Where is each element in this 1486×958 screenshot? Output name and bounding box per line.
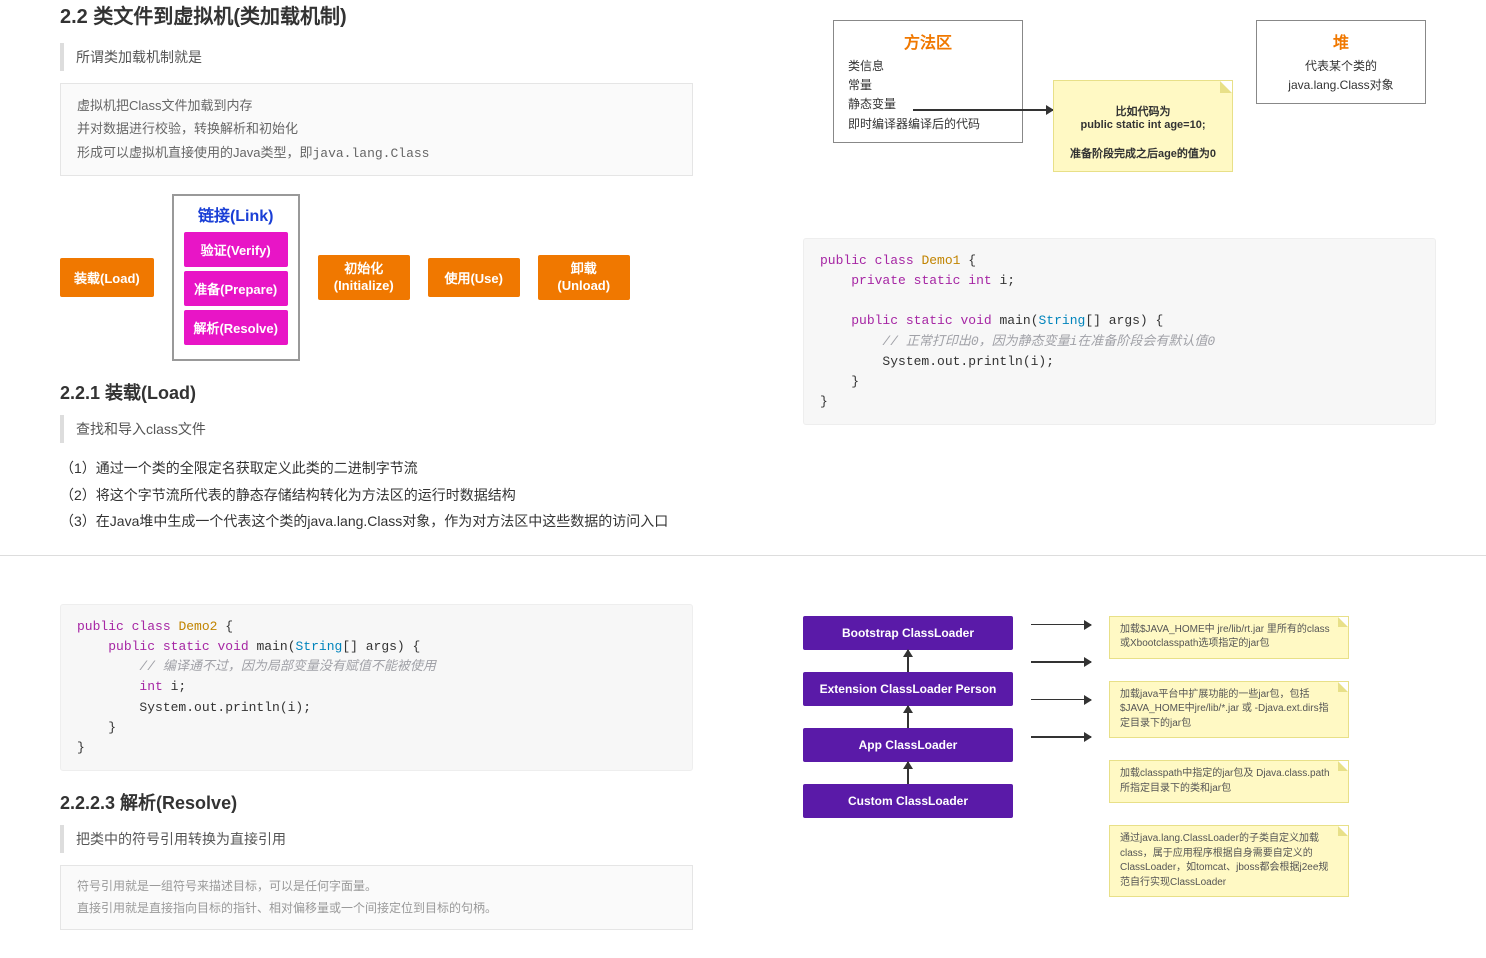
step-item: （1）通过一个类的全限定名获取定义此类的二进制字节流 (60, 455, 693, 482)
stage-resolve: 解析(Resolve) (184, 310, 288, 345)
arrow-right-icon (1031, 624, 1091, 626)
arrow-right-icon (1031, 699, 1091, 701)
quote-mechanism: 所谓类加载机制就是 (60, 43, 693, 71)
stage-verify: 验证(Verify) (184, 232, 288, 267)
arrow-up-icon (907, 650, 909, 672)
arrow-right-icon (1031, 736, 1091, 738)
box-method-area: 方法区 类信息 常量 静态变量 即时编译器编译后的代码 (833, 20, 1023, 143)
panel-top-right: 方法区 类信息 常量 静态变量 即时编译器编译后的代码 比如代码为 public… (743, 0, 1486, 556)
code-demo2: public class Demo2 { public static void … (60, 604, 693, 771)
stage-link-title: 链接(Link) (184, 202, 288, 226)
arrow-icon (913, 109, 1053, 111)
sticky-note-prepare: 比如代码为 public static int age=10; 准备阶段完成之后… (1053, 80, 1233, 172)
panel-bottom-left: public class Demo2 { public static void … (0, 556, 743, 958)
desc-line: 并对数据进行校验，转换解析和初始化 (77, 117, 676, 140)
lifecycle-flow: 装载(Load) 链接(Link) 验证(Verify) 准备(Prepare)… (60, 194, 693, 361)
note-custom: 通过java.lang.ClassLoader的子类自定义加载class，属于应… (1109, 825, 1349, 897)
panel-top-left: 2.2 类文件到虚拟机(类加载机制) 所谓类加载机制就是 虚拟机把Class文件… (0, 0, 743, 556)
desc-line: 形成可以虚拟机直接使用的Java类型，即java.lang.Class (77, 141, 676, 165)
arrow-up-icon (907, 762, 909, 784)
load-steps: （1）通过一个类的全限定名获取定义此类的二进制字节流 （2）将这个字节流所代表的… (60, 455, 693, 535)
stage-unload: 卸载(Unload) (538, 255, 630, 300)
box-app-cl: App ClassLoader (803, 728, 1013, 762)
code-demo1: public class Demo1 { private static int … (803, 238, 1436, 425)
stage-prepare: 准备(Prepare) (184, 271, 288, 306)
section-2223-title: 2.2.2.3 解析(Resolve) (60, 789, 693, 815)
arrow-up-icon (907, 706, 909, 728)
desc-line: 虚拟机把Class文件加载到内存 (77, 94, 676, 117)
section-221-title: 2.2.1 装载(Load) (60, 379, 693, 405)
stage-link-group: 链接(Link) 验证(Verify) 准备(Prepare) 解析(Resol… (172, 194, 300, 361)
panel-bottom-right: Bootstrap ClassLoader Extension ClassLoa… (743, 556, 1486, 958)
step-item: （3）在Java堆中生成一个代表这个类的java.lang.Class对象，作为… (60, 508, 693, 535)
box-heap: 堆 代表某个类的 java.lang.Class对象 (1256, 20, 1426, 104)
stage-load: 装载(Load) (60, 258, 154, 297)
classloader-diagram: Bootstrap ClassLoader Extension ClassLoa… (803, 616, 1436, 898)
memory-diagram: 方法区 类信息 常量 静态变量 即时编译器编译后的代码 比如代码为 public… (803, 10, 1436, 230)
note-bootstrap: 加载$JAVA_HOME中 jre/lib/rt.jar 里所有的class或X… (1109, 616, 1349, 659)
quote-resolve: 把类中的符号引用转换为直接引用 (60, 825, 693, 853)
note-extension: 加载java平台中扩展功能的一些jar包，包括$JAVA_HOME中jre/li… (1109, 681, 1349, 739)
box-bootstrap-cl: Bootstrap ClassLoader (803, 616, 1013, 650)
stage-use: 使用(Use) (428, 258, 520, 297)
stage-initialize: 初始化(Initialize) (318, 255, 410, 300)
box-custom-cl: Custom ClassLoader (803, 784, 1013, 818)
quote-load: 查找和导入class文件 (60, 415, 693, 443)
resolve-note: 符号引用就是一组符号来描述目标，可以是任何字面量。 直接引用就是直接指向目标的指… (60, 865, 693, 930)
box-extension-cl: Extension ClassLoader Person (803, 672, 1013, 706)
step-item: （2）将这个字节流所代表的静态存储结构转化为方法区的运行时数据结构 (60, 482, 693, 509)
desc-block: 虚拟机把Class文件加载到内存 并对数据进行校验，转换解析和初始化 形成可以虚… (60, 83, 693, 176)
arrow-right-icon (1031, 661, 1091, 663)
section-title: 2.2 类文件到虚拟机(类加载机制) (60, 0, 693, 29)
note-app: 加载classpath中指定的jar包及 Djava.class.path 所指… (1109, 760, 1349, 803)
